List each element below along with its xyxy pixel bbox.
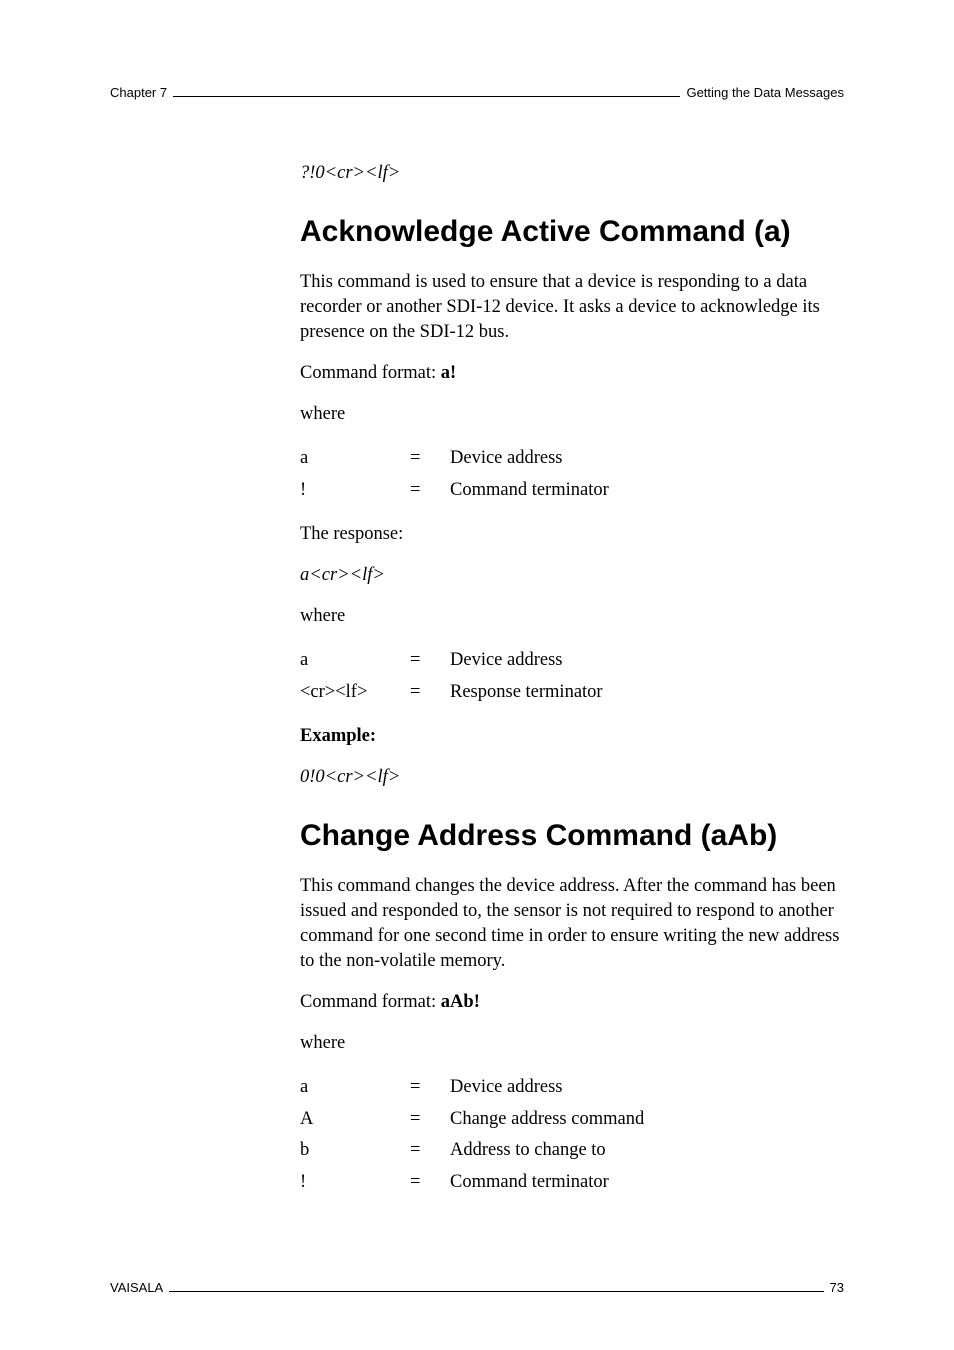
response-label: The response: <box>300 522 844 547</box>
sec2-paragraph: This command changes the device address.… <box>300 874 844 974</box>
def-eq: = <box>410 1104 450 1135</box>
runhead-right: Getting the Data Messages <box>686 85 844 100</box>
cmd-prefix: Command format: <box>300 992 441 1012</box>
def-row: <cr><lf> = Response terminator <box>300 677 844 708</box>
where-label: where <box>300 1031 844 1056</box>
def-row: a = Device address <box>300 1072 844 1103</box>
running-header: Chapter 7 Getting the Data Messages <box>110 85 844 100</box>
def-desc: Command terminator <box>450 1167 609 1198</box>
where-label: where <box>300 604 844 629</box>
response-value: a<cr><lf> <box>300 563 844 588</box>
def-term: A <box>300 1104 410 1135</box>
def-eq: = <box>410 1135 450 1166</box>
def-term: a <box>300 645 410 676</box>
def-desc: Device address <box>450 1072 563 1103</box>
sec1-def-list-2: a = Device address <cr><lf> = Response t… <box>300 645 844 708</box>
section-title-change-address: Change Address Command (aAb) <box>300 816 844 857</box>
def-eq: = <box>410 645 450 676</box>
def-term: a <box>300 1072 410 1103</box>
section-title-acknowledge-active: Acknowledge Active Command (a) <box>300 212 844 253</box>
def-eq: = <box>410 443 450 474</box>
def-term: ! <box>300 1167 410 1198</box>
def-desc: Device address <box>450 645 563 676</box>
def-desc: Command terminator <box>450 475 609 506</box>
example-value: 0!0<cr><lf> <box>300 765 844 790</box>
def-eq: = <box>410 475 450 506</box>
cmd-value: a! <box>441 363 456 383</box>
page-content: ?!0<cr><lf> Acknowledge Active Command (… <box>300 106 844 1198</box>
footer-left: VAISALA <box>110 1280 163 1295</box>
def-row: b = Address to change to <box>300 1135 844 1166</box>
running-footer: VAISALA 73 <box>110 1280 844 1295</box>
footer-rule <box>169 1291 823 1292</box>
cmd-prefix: Command format: <box>300 363 441 383</box>
def-term: b <box>300 1135 410 1166</box>
def-row: ! = Command terminator <box>300 475 844 506</box>
runhead-left: Chapter 7 <box>110 85 167 100</box>
cmd-value: aAb! <box>441 992 480 1012</box>
def-term: <cr><lf> <box>300 677 410 708</box>
def-eq: = <box>410 677 450 708</box>
def-row: A = Change address command <box>300 1104 844 1135</box>
intro-response-line: ?!0<cr><lf> <box>300 161 844 186</box>
def-desc: Device address <box>450 443 563 474</box>
sec1-command-format: Command format: a! <box>300 361 844 386</box>
sec2-command-format: Command format: aAb! <box>300 990 844 1015</box>
def-row: a = Device address <box>300 645 844 676</box>
def-desc: Address to change to <box>450 1135 606 1166</box>
def-term: ! <box>300 475 410 506</box>
sec1-def-list-1: a = Device address ! = Command terminato… <box>300 443 844 506</box>
def-desc: Change address command <box>450 1104 644 1135</box>
sec1-paragraph: This command is used to ensure that a de… <box>300 270 844 345</box>
example-label: Example: <box>300 724 844 749</box>
def-eq: = <box>410 1072 450 1103</box>
runhead-rule <box>173 96 680 97</box>
def-eq: = <box>410 1167 450 1198</box>
def-term: a <box>300 443 410 474</box>
footer-page-number: 73 <box>830 1280 844 1295</box>
sec2-def-list: a = Device address A = Change address co… <box>300 1072 844 1198</box>
where-label: where <box>300 402 844 427</box>
def-row: ! = Command terminator <box>300 1167 844 1198</box>
def-desc: Response terminator <box>450 677 603 708</box>
def-row: a = Device address <box>300 443 844 474</box>
